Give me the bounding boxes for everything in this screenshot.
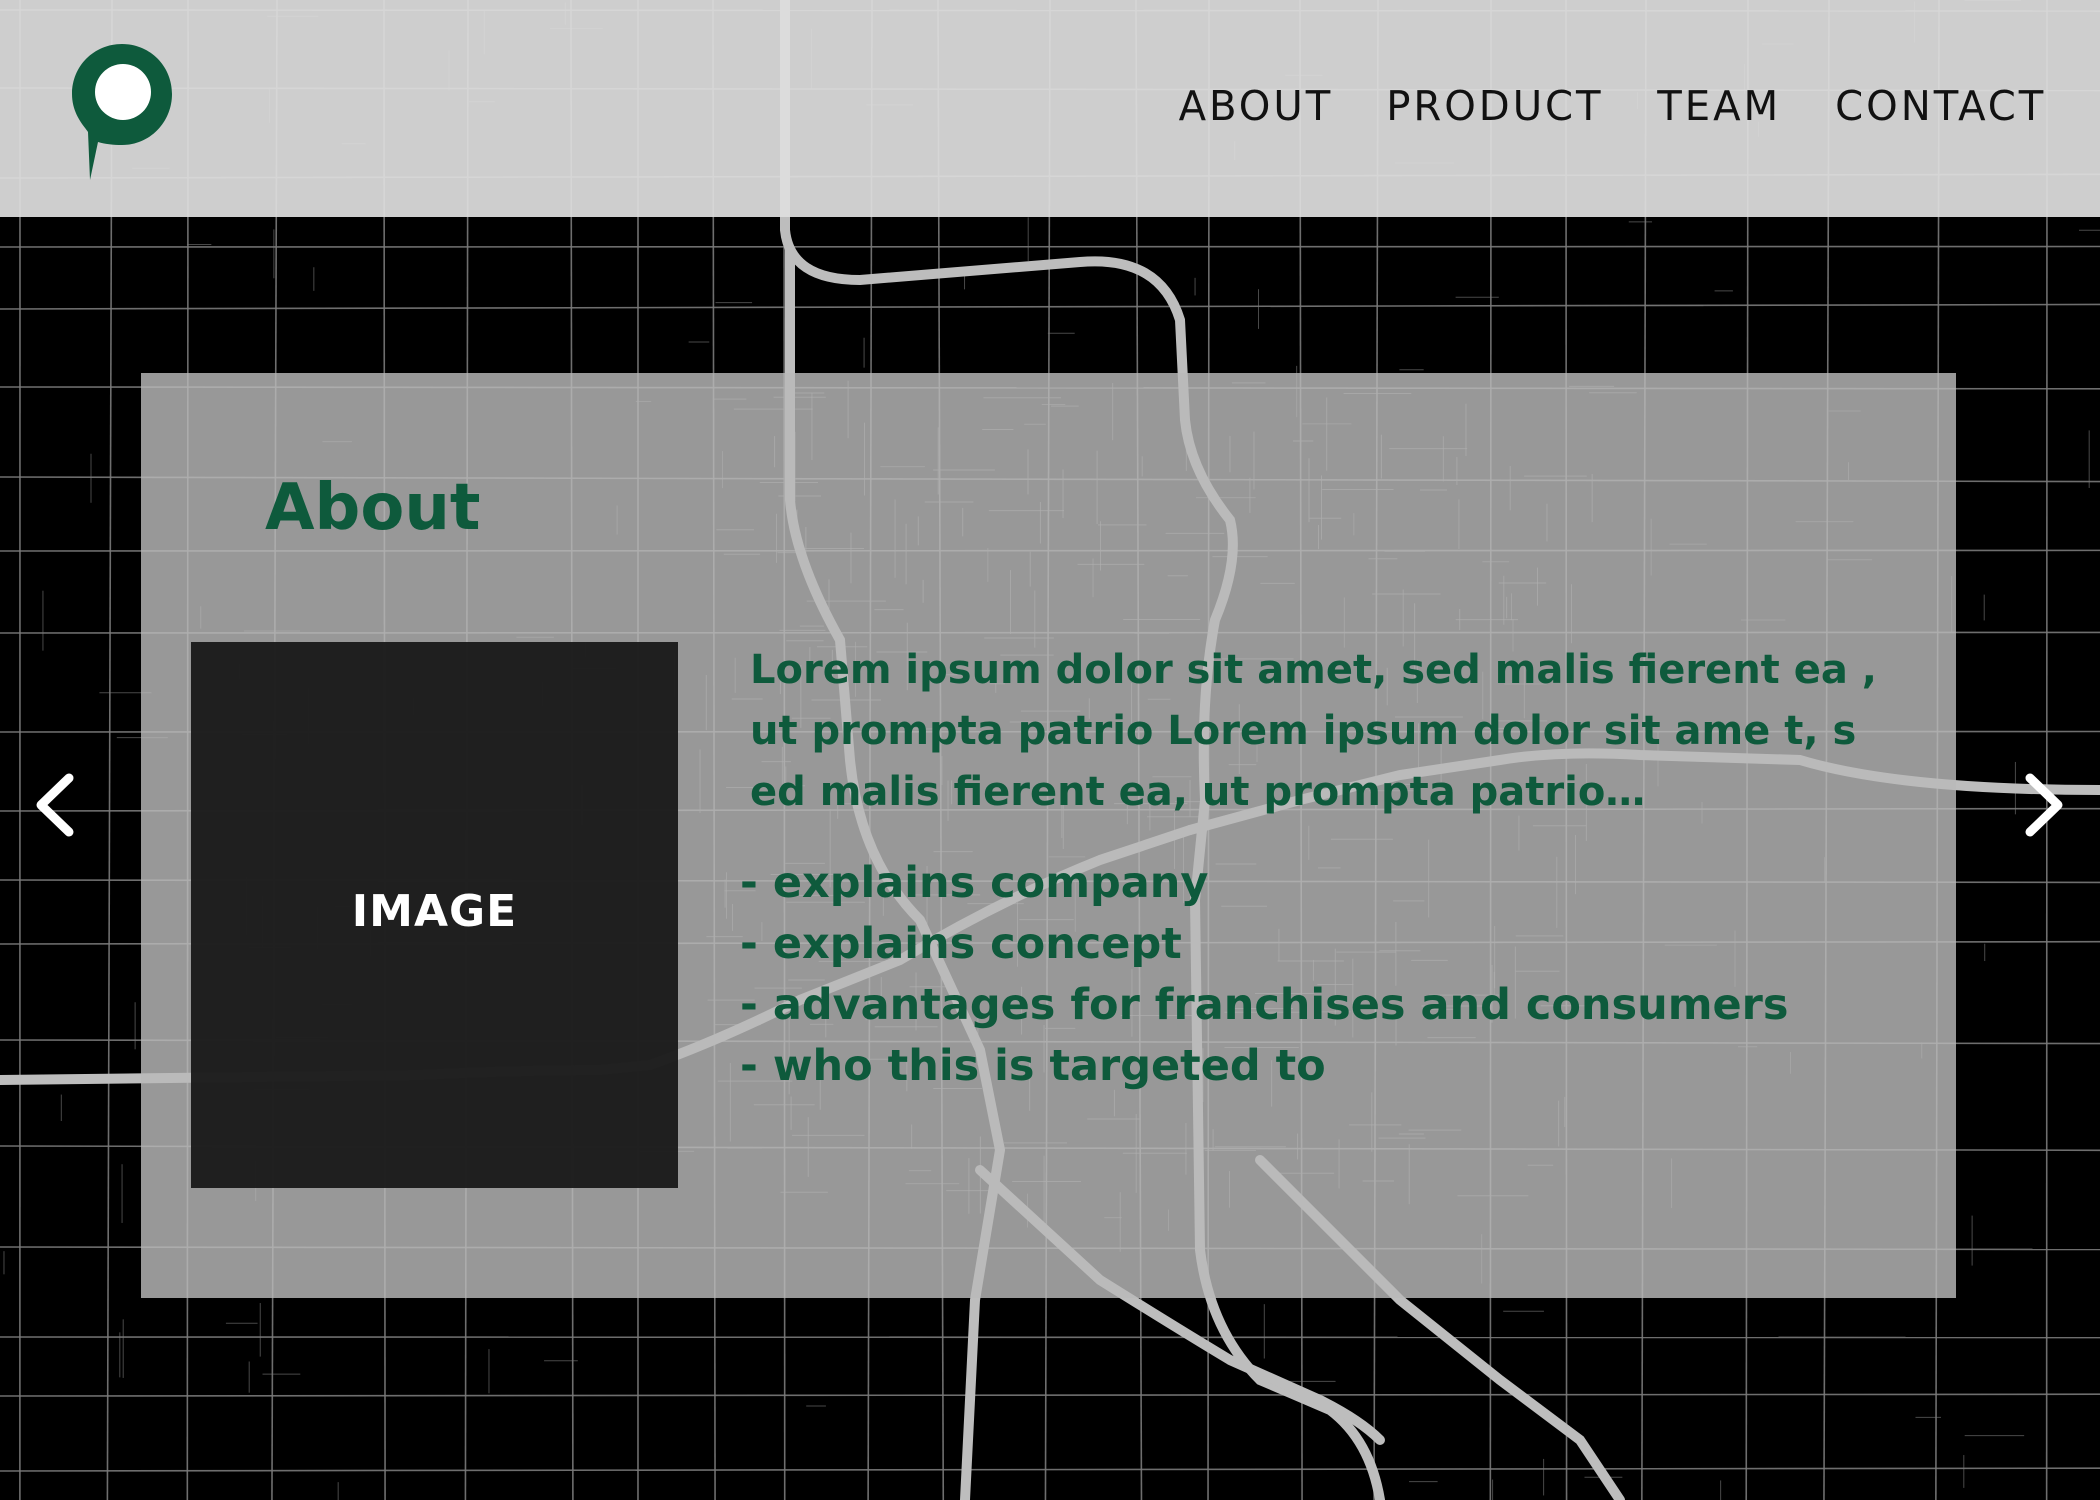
header: ABOUT PRODUCT TEAM CONTACT xyxy=(0,0,2100,217)
section-title: About xyxy=(265,471,481,545)
map-pin-icon[interactable] xyxy=(72,44,172,180)
bullet-item: - advantages for franchises and consumer… xyxy=(740,980,1789,1030)
bullet-item: - explains concept xyxy=(740,919,1182,969)
nav-team[interactable]: TEAM xyxy=(1657,86,1781,127)
nav-product[interactable]: PRODUCT xyxy=(1387,86,1604,127)
nav-contact[interactable]: CONTACT xyxy=(1835,86,2046,127)
chevron-left-icon[interactable] xyxy=(25,770,85,840)
main-nav: ABOUT PRODUCT TEAM CONTACT xyxy=(1177,86,2048,127)
image-placeholder-label: IMAGE xyxy=(351,885,518,937)
nav-about[interactable]: ABOUT xyxy=(1178,86,1333,127)
about-description: Lorem ipsum dolor sit amet, sed malis fi… xyxy=(750,647,1877,815)
about-bullet-list: - explains company - explains concept - … xyxy=(740,853,1788,1097)
chevron-right-icon[interactable] xyxy=(2014,770,2074,840)
image-placeholder: IMAGE xyxy=(191,642,678,1188)
bullet-item: - who this is targeted to xyxy=(740,1041,1326,1091)
bullet-item: - explains company xyxy=(740,858,1209,908)
